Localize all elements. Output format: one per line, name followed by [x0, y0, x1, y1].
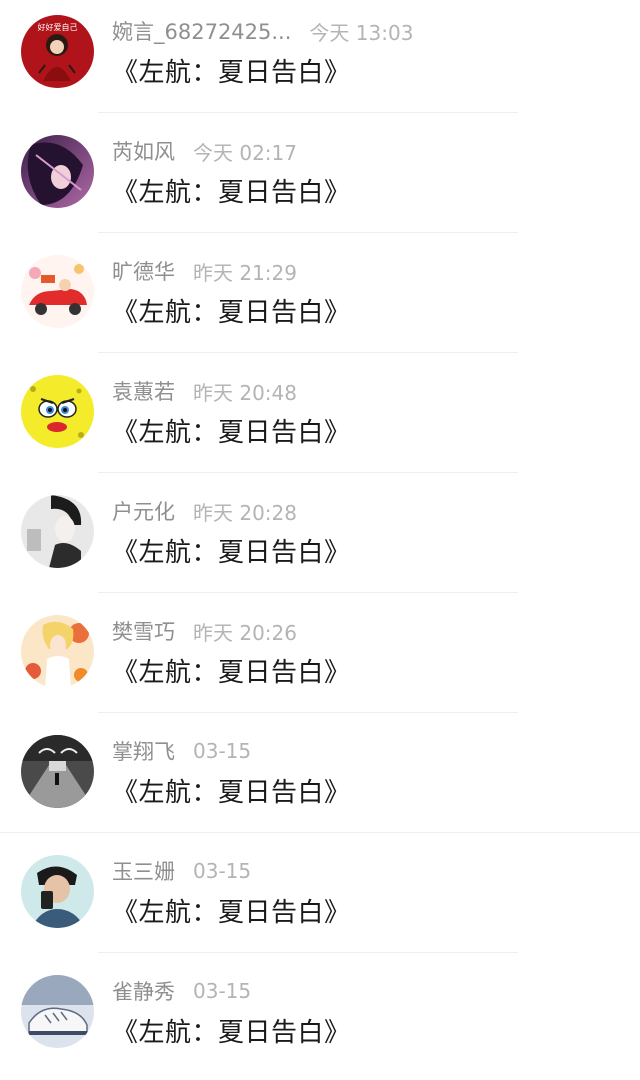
avatar-caption: 好好爱自己 — [38, 22, 78, 32]
timestamp: 今天 02:17 — [193, 140, 297, 165]
red-cartoon-girl-avatar[interactable]: 好好爱自己 — [21, 15, 94, 88]
divider — [98, 712, 518, 713]
timestamp: 昨天 20:26 — [193, 620, 297, 645]
username[interactable]: 户元化 — [112, 496, 175, 526]
timestamp: 昨天 20:28 — [193, 500, 297, 525]
divider — [98, 232, 518, 233]
comment-item[interactable]: 樊雪巧 昨天 20:26 《左航：夏日告白》 — [0, 600, 640, 720]
yellow-sponge-face-avatar[interactable] — [21, 375, 94, 448]
comment-item[interactable]: 旷德华 昨天 21:29 《左航：夏日告白》 — [0, 240, 640, 360]
username[interactable]: 旷德华 — [112, 256, 175, 286]
comment-item[interactable]: 户元化 昨天 20:28 《左航：夏日告白》 — [0, 480, 640, 600]
comment-item[interactable]: 好好爱自己 婉言_68272425... 今天 13:03 《左航：夏日告白》 — [0, 0, 640, 120]
comment-item[interactable]: 雀静秀 03-15 《左航：夏日告白》 — [0, 960, 640, 1080]
comment-text: 《左航：夏日告白》 — [112, 1018, 351, 1048]
username[interactable]: 袁蕙若 — [112, 376, 175, 406]
username[interactable]: 玉三姗 — [112, 856, 175, 886]
username[interactable]: 掌翔飞 — [112, 736, 175, 766]
dark-hallway-avatar[interactable] — [21, 735, 94, 808]
timestamp: 昨天 20:48 — [193, 380, 297, 405]
username[interactable]: 婉言_68272425... — [112, 16, 291, 46]
username[interactable]: 樊雪巧 — [112, 616, 175, 646]
comment-text: 《左航：夏日告白》 — [112, 538, 351, 568]
comment-text: 《左航：夏日告白》 — [112, 178, 351, 208]
boy-with-phone-avatar[interactable] — [21, 855, 94, 928]
comment-text: 《左航：夏日告白》 — [112, 898, 351, 928]
username[interactable]: 芮如风 — [112, 136, 175, 166]
divider — [98, 592, 518, 593]
red-cartoon-car-avatar[interactable] — [21, 255, 94, 328]
comment-list: 好好爱自己 婉言_68272425... 今天 13:03 《左航：夏日告白》 — [0, 0, 640, 1080]
divider — [0, 832, 640, 833]
comment-text: 《左航：夏日告白》 — [112, 58, 351, 88]
divider — [98, 472, 518, 473]
comment-text: 《左航：夏日告白》 — [112, 418, 351, 448]
comment-item[interactable]: 袁蕙若 昨天 20:48 《左航：夏日告白》 — [0, 360, 640, 480]
username[interactable]: 雀静秀 — [112, 976, 175, 1006]
timestamp: 03-15 — [193, 859, 252, 883]
comment-text: 《左航：夏日告白》 — [112, 658, 351, 688]
divider — [98, 352, 518, 353]
divider — [98, 112, 518, 113]
comment-item[interactable]: 掌翔飞 03-15 《左航：夏日告白》 — [0, 720, 640, 840]
timestamp: 昨天 21:29 — [193, 260, 297, 285]
comment-item[interactable]: 玉三姗 03-15 《左航：夏日告白》 — [0, 840, 640, 960]
divider — [98, 952, 518, 953]
timestamp: 03-15 — [193, 979, 252, 1003]
purple-anime-girl-avatar[interactable] — [21, 135, 94, 208]
timestamp: 今天 13:03 — [309, 20, 414, 45]
comment-text: 《左航：夏日告白》 — [112, 778, 351, 808]
comment-text: 《左航：夏日告白》 — [112, 298, 351, 328]
autumn-anime-girl-avatar[interactable] — [21, 615, 94, 688]
monochrome-anime-man-avatar[interactable] — [21, 495, 94, 568]
sneaker-photo-avatar[interactable] — [21, 975, 94, 1048]
timestamp: 03-15 — [193, 739, 252, 763]
comment-item[interactable]: 芮如风 今天 02:17 《左航：夏日告白》 — [0, 120, 640, 240]
